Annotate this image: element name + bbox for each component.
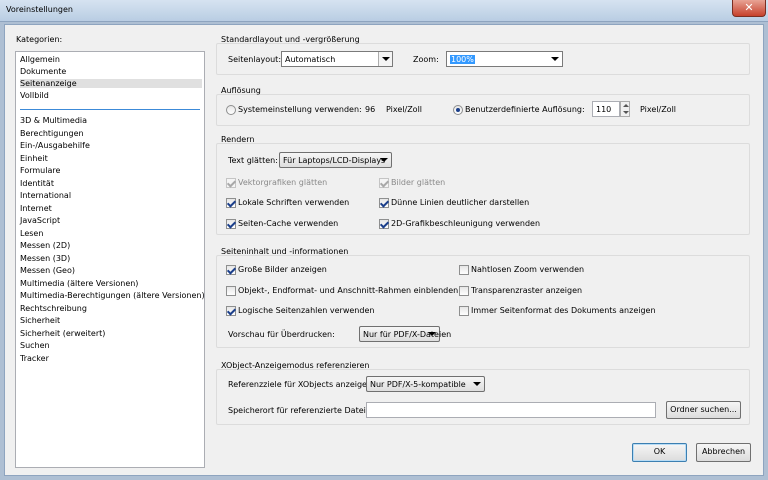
xobject-targets-label: Referenzziele für XObjects anzeigen: <box>228 380 375 389</box>
category-item[interactable]: Multimedia-Berechtigungen (ältere Versio… <box>20 291 205 300</box>
local-fonts-label: Lokale Schriften verwenden <box>238 198 350 207</box>
overprint-preview-dropdown[interactable]: Nur für PDF/X-Dateien <box>359 326 451 342</box>
category-item[interactable]: Suchen <box>20 341 50 350</box>
page-layout-label: Seitenlayout: <box>228 55 282 64</box>
category-item[interactable]: Lesen <box>20 229 43 238</box>
text-smoothing-label: Text glätten: <box>228 156 278 165</box>
system-resolution-unit: Pixel/Zoll <box>386 105 423 114</box>
category-item[interactable]: Internet <box>20 204 52 213</box>
resolution-stepper[interactable] <box>620 101 630 117</box>
large-images-checkbox[interactable] <box>226 265 236 275</box>
overprint-preview-label: Vorschau für Überdrucken: <box>228 330 335 339</box>
category-item[interactable]: Allgemein <box>20 55 60 64</box>
chevron-down-icon <box>377 153 391 167</box>
browse-folder-button[interactable]: Ordner suchen... <box>666 401 741 419</box>
page-content-group-title: Seiteninhalt und -informationen <box>221 247 349 256</box>
page-cache-label: Seiten-Cache verwenden <box>238 219 339 228</box>
category-item[interactable]: Messen (3D) <box>20 254 70 263</box>
category-separator <box>20 109 200 110</box>
category-item[interactable]: Dokumente <box>20 67 66 76</box>
zoom-label: Zoom: <box>413 55 439 64</box>
vector-smoothing-checkbox[interactable] <box>226 178 236 188</box>
local-fonts-checkbox[interactable] <box>226 198 236 208</box>
category-item-selected[interactable]: Seitenanzeige <box>20 79 202 88</box>
gpu-acceleration-checkbox[interactable] <box>379 219 389 229</box>
transparency-grid-label: Transparenzraster anzeigen <box>471 286 583 295</box>
resolution-group-title: Auflösung <box>221 86 261 95</box>
image-smoothing-checkbox[interactable] <box>379 178 389 188</box>
category-item[interactable]: Sicherheit (erweitert) <box>20 329 105 338</box>
category-item[interactable]: Messen (Geo) <box>20 266 75 275</box>
logical-page-numbers-checkbox[interactable] <box>226 306 236 316</box>
category-item[interactable]: Einheit <box>20 154 48 163</box>
rendering-group-title: Rendern <box>221 135 255 144</box>
zoom-value: 100% <box>450 55 475 64</box>
referenced-files-location-input[interactable] <box>366 402 656 418</box>
xobject-targets-value: Nur PDF/X-5-kompatible <box>370 380 466 389</box>
vector-smoothing-label: Vektorgrafiken glätten <box>238 178 328 187</box>
category-item[interactable]: JavaScript <box>20 216 60 225</box>
always-page-format-label: Immer Seitenformat des Dokuments anzeige… <box>471 306 656 315</box>
category-item[interactable]: Berechtigungen <box>20 129 84 138</box>
page-cache-checkbox[interactable] <box>226 219 236 229</box>
text-smoothing-value: Für Laptops/LCD-Displays <box>283 156 386 165</box>
image-smoothing-label: Bilder glätten <box>391 178 446 187</box>
layout-group-title: Standardlayout und -vergrößerung <box>221 35 360 44</box>
custom-resolution-unit: Pixel/Zoll <box>640 105 677 114</box>
category-item[interactable]: Formulare <box>20 166 60 175</box>
category-item[interactable]: Rechtschreibung <box>20 304 87 313</box>
thin-lines-checkbox[interactable] <box>379 198 389 208</box>
text-smoothing-dropdown[interactable]: Für Laptops/LCD-Displays <box>279 152 392 168</box>
arrow-down-icon <box>623 111 629 114</box>
smooth-zoom-checkbox[interactable] <box>459 265 469 275</box>
transparency-grid-checkbox[interactable] <box>459 286 469 296</box>
close-button[interactable]: ✕ <box>732 0 766 17</box>
page-layout-dropdown[interactable]: Automatisch <box>281 51 393 67</box>
category-item[interactable]: Sicherheit <box>20 316 60 325</box>
system-resolution-label: Systemeinstellung verwenden: <box>238 105 362 114</box>
custom-resolution-label: Benutzerdefinierte Auflösung: <box>465 105 585 114</box>
category-item[interactable]: Multimedia (ältere Versionen) <box>20 279 138 288</box>
xobject-group-title: XObject-Anzeigemodus referenzieren <box>221 361 370 370</box>
large-images-label: Große Bilder anzeigen <box>238 265 327 274</box>
category-item[interactable]: Ein-/Ausgabehilfe <box>20 141 90 150</box>
category-item[interactable]: Vollbild <box>20 91 49 100</box>
system-resolution-value: 96 <box>365 105 376 114</box>
thin-lines-label: Dünne Linien deutlicher darstellen <box>391 198 530 207</box>
category-item[interactable]: 3D & Multimedia <box>20 116 87 125</box>
arrow-up-icon <box>623 104 629 107</box>
window-title: Voreinstellungen <box>6 5 73 14</box>
page-layout-value: Automatisch <box>285 55 336 64</box>
always-page-format-checkbox[interactable] <box>459 306 469 316</box>
system-resolution-radio[interactable] <box>226 105 236 115</box>
custom-resolution-radio[interactable] <box>453 105 463 115</box>
object-boxes-checkbox[interactable] <box>226 286 236 296</box>
custom-resolution-input[interactable]: 110 <box>592 101 620 117</box>
category-item[interactable]: Identität <box>20 179 54 188</box>
zoom-dropdown[interactable]: 100% <box>446 51 563 67</box>
custom-resolution-value: 110 <box>596 105 612 114</box>
category-item[interactable]: Tracker <box>20 354 49 363</box>
category-item[interactable]: Messen (2D) <box>20 241 70 250</box>
chevron-down-icon <box>548 52 562 66</box>
cancel-button[interactable]: Abbrechen <box>696 443 751 462</box>
xobject-targets-dropdown[interactable]: Nur PDF/X-5-kompatible <box>366 376 485 392</box>
gpu-acceleration-label: 2D-Grafikbeschleunigung verwenden <box>391 219 541 228</box>
categories-label: Kategorien: <box>16 35 63 44</box>
referenced-files-location-label: Speicherort für referenzierte Dateien: <box>228 406 379 415</box>
close-icon: ✕ <box>744 1 754 14</box>
object-boxes-label: Objekt-, Endformat- und Anschnitt-Rahmen… <box>238 286 459 295</box>
categories-list[interactable]: Allgemein Dokumente Seitenanzeige Vollbi… <box>15 51 205 468</box>
logical-page-numbers-label: Logische Seitenzahlen verwenden <box>238 306 375 315</box>
chevron-down-icon <box>470 377 484 391</box>
title-bar <box>0 0 768 22</box>
chevron-down-icon <box>378 52 392 66</box>
ok-button[interactable]: OK <box>632 443 687 462</box>
smooth-zoom-label: Nahtlosen Zoom verwenden <box>471 265 585 274</box>
chevron-down-icon <box>425 327 439 341</box>
category-item[interactable]: International <box>20 191 71 200</box>
